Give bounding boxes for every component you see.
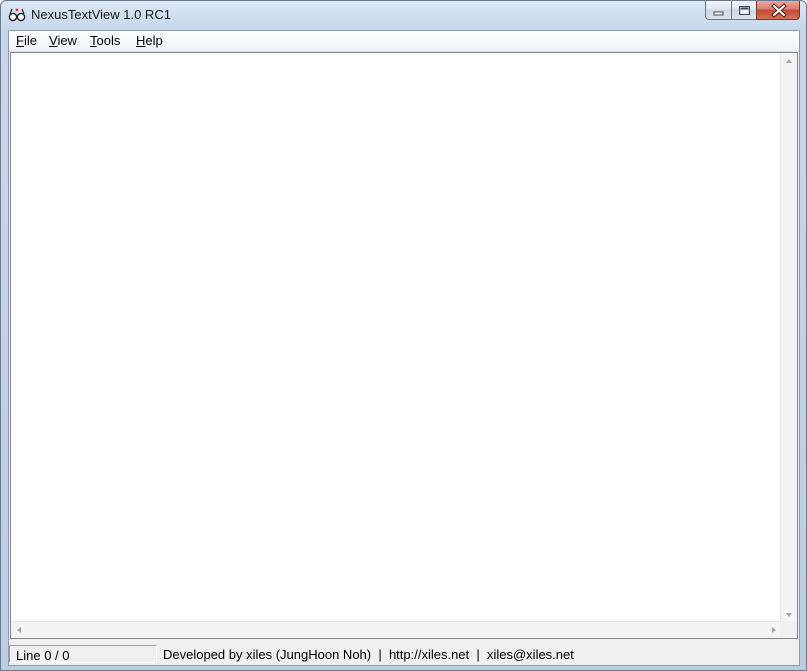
status-credits: Developed by xiles (JungHoon Noh) | http…	[163, 647, 574, 662]
arrow-left-icon	[17, 627, 21, 633]
client-area: File View Tools Help Line 0 / 0 Develope…	[8, 30, 800, 666]
scroll-corner	[780, 621, 797, 638]
arrow-down-icon	[786, 613, 792, 617]
maximize-button[interactable]	[731, 1, 756, 20]
menu-bar: File View Tools Help	[9, 31, 799, 52]
window-title: NexusTextView 1.0 RC1	[31, 7, 171, 22]
menu-view[interactable]: View	[48, 33, 78, 48]
text-editor[interactable]	[10, 52, 798, 639]
caption-buttons	[705, 1, 800, 22]
glasses-app-icon	[8, 8, 26, 22]
app-window: NexusTextView 1.0 RC1 File View Tools He…	[0, 0, 807, 671]
minimize-icon	[713, 11, 724, 16]
menu-file-mnemonic: F	[16, 33, 24, 48]
menu-file[interactable]: File	[15, 33, 38, 48]
maximize-icon	[739, 6, 750, 15]
close-button[interactable]	[756, 1, 800, 20]
menu-tools[interactable]: Tools	[89, 33, 121, 48]
horizontal-scrollbar[interactable]	[11, 621, 782, 638]
menu-help-rest: elp	[145, 33, 163, 48]
title-bar[interactable]: NexusTextView 1.0 RC1	[1, 1, 806, 29]
scroll-left-button[interactable]	[11, 622, 27, 638]
menu-help[interactable]: Help	[135, 33, 164, 48]
status-line-count: Line 0 / 0	[9, 645, 157, 663]
minimize-button[interactable]	[705, 1, 731, 20]
menu-view-rest: iew	[57, 33, 77, 48]
vertical-scrollbar[interactable]	[780, 53, 797, 623]
close-icon	[771, 3, 787, 18]
arrow-right-icon	[772, 627, 776, 633]
menu-file-rest: ile	[23, 33, 37, 48]
menu-tools-rest: ools	[96, 33, 121, 48]
status-bar: Line 0 / 0 Developed by xiles (JungHoon …	[9, 641, 799, 665]
arrow-up-icon	[786, 59, 792, 63]
scroll-up-button[interactable]	[781, 53, 797, 69]
text-content-area[interactable]	[11, 53, 782, 623]
menu-help-mnemonic: H	[136, 33, 146, 48]
